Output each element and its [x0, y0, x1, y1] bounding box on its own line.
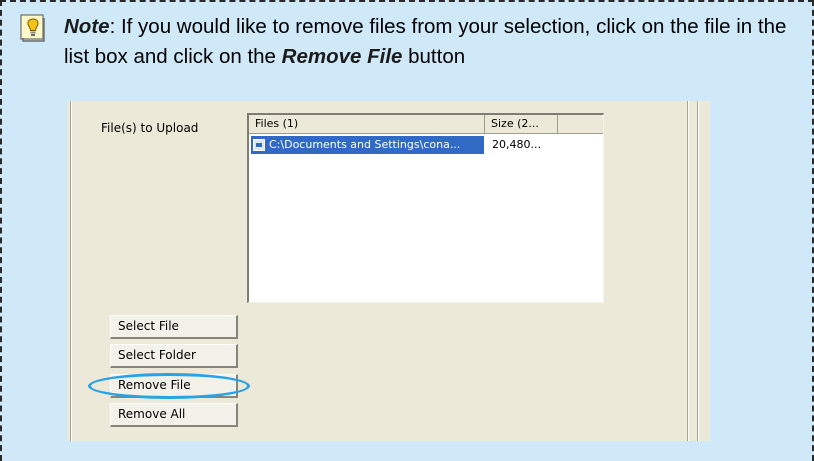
file-size-cell: 20,480...	[492, 138, 541, 151]
note-label: Note	[64, 15, 110, 38]
list-header: Files (1) Size (2...	[249, 115, 603, 134]
remove-file-button[interactable]: Remove File	[110, 374, 238, 398]
upload-dialog-screenshot: File(s) to Upload Files (1) Size (2... C…	[67, 101, 710, 441]
file-path-cell: C:\Documents and Settings\cona...	[269, 138, 461, 151]
files-to-upload-label: File(s) to Upload	[101, 121, 199, 135]
dialog-right-divider	[687, 101, 689, 441]
column-header-size[interactable]: Size (2...	[485, 115, 558, 134]
remove-all-button[interactable]: Remove All	[110, 403, 238, 427]
note-body-end: button	[402, 45, 466, 68]
select-file-button[interactable]: Select File	[110, 315, 238, 339]
select-folder-button[interactable]: Select Folder	[110, 344, 238, 368]
list-item[interactable]: C:\Documents and Settings\cona... 20,480…	[249, 136, 603, 154]
column-header-files[interactable]: Files (1)	[249, 115, 485, 134]
note-callout: Note: If you would like to remove files …	[0, 0, 814, 461]
note-button-name: Remove File	[281, 45, 403, 68]
files-listbox[interactable]: Files (1) Size (2... C:\Documents and Se…	[247, 113, 604, 303]
lightbulb-note-icon	[20, 14, 45, 42]
note-text: Note: If you would like to remove files …	[64, 12, 804, 72]
dialog-left-divider	[70, 101, 72, 441]
dialog-right-divider-2	[697, 101, 699, 441]
file-icon	[253, 139, 265, 151]
